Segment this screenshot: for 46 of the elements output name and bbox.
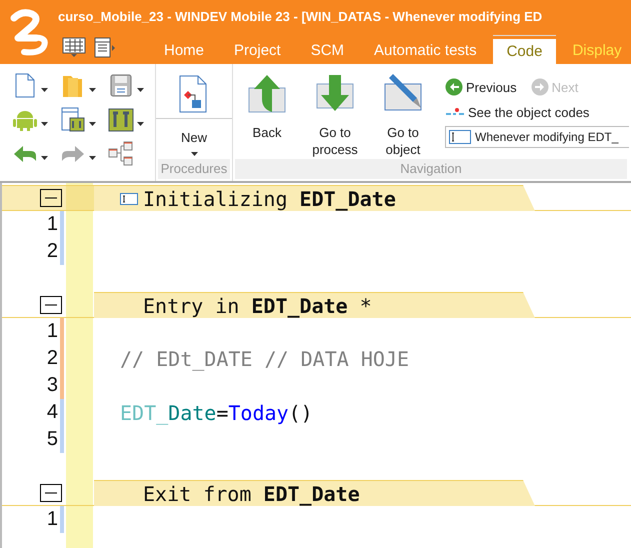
save-icon[interactable] xyxy=(108,73,134,99)
collapse-icon[interactable] xyxy=(40,484,62,502)
line-number: 3 xyxy=(46,374,59,397)
window-test-icon[interactable] xyxy=(60,107,86,133)
dots-icon xyxy=(445,107,465,117)
line-number: 1 xyxy=(46,508,59,531)
grid-icon[interactable] xyxy=(62,36,86,58)
caret-icon[interactable] xyxy=(89,122,96,126)
ribbon-tab[interactable]: Code xyxy=(492,36,556,64)
edit-control-icon xyxy=(120,192,138,204)
caret-icon[interactable] xyxy=(137,88,144,92)
line-number: 2 xyxy=(46,347,59,370)
ribbon-button[interactable]: New xyxy=(156,70,232,159)
caret-icon[interactable] xyxy=(41,156,48,160)
ribbon-button[interactable]: Go to process xyxy=(301,70,369,159)
line-number: 5 xyxy=(46,428,59,451)
line-number: 4 xyxy=(46,401,59,424)
previous-button[interactable]: Previous xyxy=(445,76,517,98)
form-icon[interactable] xyxy=(94,36,116,58)
hierarchy-icon[interactable] xyxy=(108,141,134,167)
code-line[interactable]: EDT_Date=Today() xyxy=(120,400,313,424)
group-label: Procedures xyxy=(158,159,230,179)
caret-icon[interactable] xyxy=(137,122,144,126)
caret-icon[interactable] xyxy=(89,88,96,92)
collapse-icon[interactable] xyxy=(40,189,62,207)
code-line[interactable]: // EDt_DATE // DATA HOJE xyxy=(120,346,409,370)
procedure-icon xyxy=(156,74,232,119)
ribbon-button[interactable]: Go to object xyxy=(369,70,437,159)
caret-icon[interactable] xyxy=(89,156,96,160)
window-title: curso_Mobile_23 - WINDEV Mobile 23 - [WIN_DATAS - Whenever modifying ED xyxy=(58,8,544,26)
line-number: 1 xyxy=(46,213,59,236)
ribbon-button[interactable]: Back xyxy=(233,70,301,159)
event-header[interactable]: Entry in EDT_Date* xyxy=(94,292,535,318)
line-number: 1 xyxy=(46,320,59,343)
event-header[interactable]: Initializing EDT_Date xyxy=(94,185,535,211)
collapse-icon[interactable] xyxy=(40,296,62,314)
caret-icon[interactable] xyxy=(41,88,48,92)
run-test-icon[interactable] xyxy=(108,107,134,133)
group-label: Navigation xyxy=(235,159,627,179)
event-header[interactable]: Exit from EDT_Date xyxy=(94,480,535,506)
object-codes-button[interactable]: See the object codes xyxy=(445,101,629,123)
edit-control-icon xyxy=(449,130,471,144)
line-number: 2 xyxy=(46,240,59,263)
event-dropdown[interactable]: Whenever modifying EDT_ xyxy=(445,126,629,148)
caret-icon[interactable] xyxy=(41,122,48,126)
up-arrow-icon xyxy=(247,74,287,114)
